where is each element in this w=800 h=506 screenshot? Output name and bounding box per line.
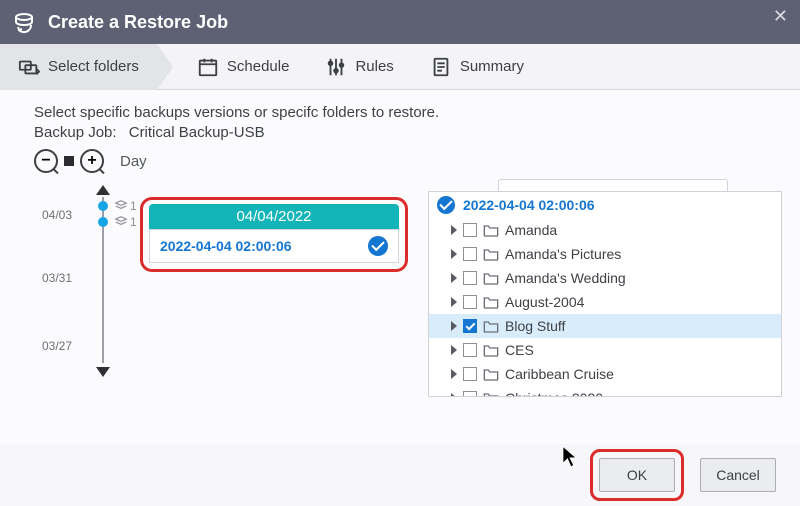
tab-summary[interactable]: Summary — [412, 44, 542, 90]
expand-caret-icon[interactable] — [451, 249, 457, 259]
zoom-out-button[interactable]: − — [34, 149, 58, 173]
window-title: Create a Restore Job — [48, 12, 228, 33]
folder-checkbox[interactable] — [463, 391, 477, 396]
backup-count-badge: 1 — [114, 215, 137, 229]
cancel-button[interactable]: Cancel — [700, 458, 776, 492]
backup-job-label: Backup Job: — [34, 124, 117, 141]
folder-icon — [483, 391, 499, 396]
chevron-up-icon[interactable] — [96, 185, 110, 195]
wizard-tabs: Select folders Schedule Rules Summary — [0, 44, 800, 90]
folder-row[interactable]: Christmas 2020 — [429, 386, 781, 396]
header-timestamp: 2022-04-04 02:00:06 — [463, 197, 595, 213]
snapshot-date-header: 04/04/2022 — [149, 204, 399, 229]
tab-schedule[interactable]: Schedule — [179, 44, 308, 90]
folder-icon — [483, 319, 499, 333]
highlight-frame: OK — [590, 449, 684, 501]
check-circle-icon — [368, 236, 388, 256]
ok-button[interactable]: OK — [599, 458, 675, 492]
folder-name: August-2004 — [505, 294, 584, 310]
expand-caret-icon[interactable] — [451, 321, 457, 331]
backup-count-badge: 1 — [114, 199, 137, 213]
tab-label: Select folders — [48, 58, 139, 75]
tab-label: Rules — [355, 58, 393, 75]
tab-rules[interactable]: Rules — [307, 44, 411, 90]
title-bar: Create a Restore Job — [0, 0, 800, 44]
backup-job-line: Backup Job: Critical Backup-USB — [34, 124, 782, 141]
expand-caret-icon[interactable] — [451, 225, 457, 235]
chevron-down-icon[interactable] — [96, 367, 110, 377]
tab-label: Schedule — [227, 58, 290, 75]
folder-checkbox[interactable] — [463, 319, 477, 333]
folder-checkbox[interactable] — [463, 295, 477, 309]
folder-icon — [483, 223, 499, 237]
restore-icon — [12, 10, 36, 34]
folder-checkbox[interactable] — [463, 367, 477, 381]
expand-caret-icon[interactable] — [451, 345, 457, 355]
folder-icon — [483, 367, 499, 381]
instruction-text: Select specific backups versions or spec… — [34, 104, 782, 121]
folders-icon — [18, 56, 40, 78]
folder-name: Blog Stuff — [505, 318, 565, 334]
expand-caret-icon[interactable] — [451, 273, 457, 283]
tab-select-folders[interactable]: Select folders — [0, 44, 157, 90]
folder-icon — [483, 247, 499, 261]
folder-row[interactable]: Amanda's Wedding — [429, 266, 781, 290]
folder-row[interactable]: CES — [429, 338, 781, 362]
timeline-tick: 04/03 — [42, 208, 72, 222]
folder-checkbox[interactable] — [463, 271, 477, 285]
dialog-footer: OK Cancel — [0, 444, 800, 506]
folder-row[interactable]: Amanda's Pictures — [429, 242, 781, 266]
folder-checkbox[interactable] — [463, 343, 477, 357]
close-icon[interactable]: ✕ — [773, 6, 788, 27]
folder-name: Amanda — [505, 222, 557, 238]
timeline-tick: 03/27 — [42, 339, 72, 353]
folder-name: Christmas 2020 — [505, 390, 603, 396]
zoom-reset-button[interactable] — [64, 156, 74, 166]
expand-caret-icon[interactable] — [451, 369, 457, 379]
snapshot-timestamp: 2022-04-04 02:00:06 — [160, 238, 292, 254]
folder-row[interactable]: Blog Stuff — [429, 314, 781, 338]
folder-row[interactable]: Caribbean Cruise — [429, 362, 781, 386]
zoom-level-label: Day — [120, 153, 147, 170]
check-circle-icon — [437, 196, 455, 214]
backup-job-name: Critical Backup-USB — [129, 124, 265, 141]
snapshot-row[interactable]: 2022-04-04 02:00:06 — [149, 229, 399, 263]
folder-list[interactable]: Amanda Amanda's Pictures Amanda's Wedding A… — [429, 218, 781, 396]
folder-checkbox[interactable] — [463, 247, 477, 261]
folder-checkbox[interactable] — [463, 223, 477, 237]
timeline-point[interactable] — [98, 217, 108, 227]
folder-row[interactable]: August-2004 — [429, 290, 781, 314]
folder-row[interactable]: Amanda — [429, 218, 781, 242]
zoom-in-button[interactable]: + — [80, 149, 104, 173]
folder-icon — [483, 271, 499, 285]
folder-icon — [483, 295, 499, 309]
folder-name: Amanda's Pictures — [505, 246, 621, 262]
folder-tree-panel: 2022-04-04 02:00:06 Amanda Amanda's Pictu… — [428, 191, 782, 397]
document-icon — [430, 56, 452, 78]
tab-label: Summary — [460, 58, 524, 75]
timeline-point[interactable] — [98, 201, 108, 211]
expand-caret-icon[interactable] — [451, 297, 457, 307]
highlight-frame: 04/04/2022 2022-04-04 02:00:06 — [140, 197, 408, 272]
folder-icon — [483, 343, 499, 357]
folder-name: Caribbean Cruise — [505, 366, 614, 382]
expand-caret-icon[interactable] — [451, 393, 457, 396]
folder-name: Amanda's Wedding — [505, 270, 626, 286]
folder-tree-header: 2022-04-04 02:00:06 — [429, 192, 781, 218]
sliders-icon — [325, 56, 347, 78]
calendar-icon — [197, 56, 219, 78]
timeline[interactable]: 1 1 04/03 03/31 03/27 — [34, 179, 140, 369]
timeline-tick: 03/31 — [42, 271, 72, 285]
panel-tab-stub — [498, 179, 728, 191]
folder-name: CES — [505, 342, 534, 358]
